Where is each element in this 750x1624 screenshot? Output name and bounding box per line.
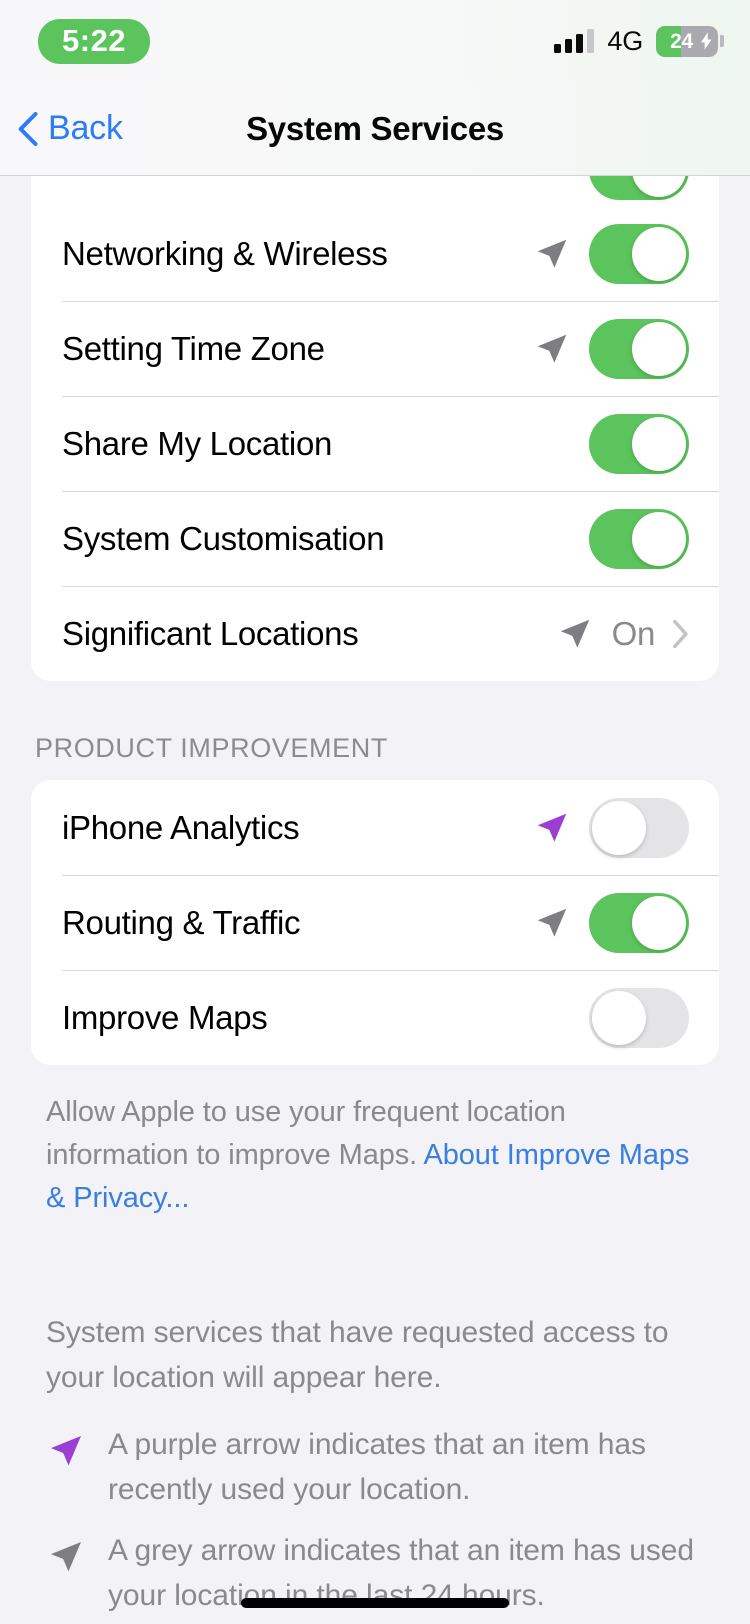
row-label: Networking & Wireless <box>62 234 388 272</box>
row-accessories: On <box>556 615 689 653</box>
network-type-label: 4G <box>607 25 643 56</box>
row-setting-time-zone[interactable]: Setting Time Zone <box>31 301 719 396</box>
cellular-signal-icon <box>554 29 595 53</box>
legend-item-grey: A grey arrow indicates that an item has … <box>46 1528 706 1624</box>
improve-maps-footer: Allow Apple to use your frequent locatio… <box>0 1065 750 1220</box>
location-arrow-grey-icon <box>537 239 567 268</box>
switch-improve-maps[interactable] <box>589 987 689 1048</box>
row-label: Share My Location <box>62 424 333 462</box>
location-arrow-purple-icon <box>51 1436 81 1466</box>
navigation-bar: Back System Services <box>0 82 750 176</box>
back-button[interactable]: Back <box>0 109 123 148</box>
row-label: System Customisation <box>62 519 385 557</box>
arrow-legend: System services that have requested acce… <box>0 1220 750 1624</box>
row-accessories <box>533 223 689 284</box>
section-header-product-improvement: PRODUCT IMPROVEMENT <box>35 733 388 763</box>
location-arrow-grey-icon <box>51 1542 81 1572</box>
status-bar: 5:22 4G 24 <box>0 0 750 82</box>
system-services-card: Networking & Wireless Setting Time Zone <box>31 206 719 681</box>
row-accessories <box>533 892 689 953</box>
legend-item-purple: A purple arrow indicates that an item ha… <box>46 1422 706 1528</box>
location-arrow-grey-icon <box>537 334 567 363</box>
back-button-label: Back <box>48 109 123 147</box>
row-accessories <box>533 318 689 379</box>
row-accessories <box>589 987 689 1048</box>
chevron-right-icon <box>673 619 688 648</box>
switch-setting-time-zone[interactable] <box>589 318 689 379</box>
row-label: Setting Time Zone <box>62 329 325 367</box>
location-arrow-purple-icon <box>537 813 567 842</box>
row-label: Routing & Traffic <box>62 903 301 941</box>
row-improve-maps[interactable]: Improve Maps <box>31 970 719 1065</box>
legend-intro-text: System services that have requested acce… <box>46 1316 669 1394</box>
settings-scroll-view[interactable]: Networking & Wireless Setting Time Zone <box>0 176 750 1624</box>
row-significant-locations[interactable]: Significant Locations On <box>31 586 719 681</box>
switch-share-my-location[interactable] <box>589 413 689 474</box>
chevron-left-icon <box>18 111 38 146</box>
row-accessories <box>589 508 689 569</box>
switch-system-customisation[interactable] <box>589 508 689 569</box>
row-share-my-location[interactable]: Share My Location <box>31 396 719 491</box>
status-right-cluster: 4G 24 <box>554 25 724 57</box>
battery-icon: 24 <box>656 25 724 57</box>
row-routing-traffic[interactable]: Routing & Traffic <box>31 875 719 970</box>
partial-cut-off-row <box>31 176 719 206</box>
row-accessories <box>589 413 689 474</box>
location-arrow-grey-icon <box>537 908 567 937</box>
row-label: Improve Maps <box>62 998 268 1036</box>
significant-locations-value: On <box>611 614 656 652</box>
switch-iphone-analytics[interactable] <box>589 797 689 858</box>
product-improvement-card: iPhone Analytics Routing & Traffic Impro… <box>31 780 719 1065</box>
legend-item-text: A purple arrow indicates that an item ha… <box>108 1428 646 1506</box>
partial-row-switch[interactable] <box>589 176 689 200</box>
switch-networking-wireless[interactable] <box>589 223 689 284</box>
row-networking-wireless[interactable]: Networking & Wireless <box>31 206 719 301</box>
row-iphone-analytics[interactable]: iPhone Analytics <box>31 780 719 875</box>
charging-bolt-icon <box>701 32 712 50</box>
row-accessories <box>533 797 689 858</box>
row-system-customisation[interactable]: System Customisation <box>31 491 719 586</box>
switch-routing-traffic[interactable] <box>589 892 689 953</box>
iphone-screen: 5:22 4G 24 Back System Services Networki… <box>0 0 750 1624</box>
battery-percent-label: 24 <box>670 29 693 53</box>
row-label: iPhone Analytics <box>62 808 300 846</box>
row-label: Significant Locations <box>62 614 359 652</box>
location-arrow-grey-icon <box>560 619 589 648</box>
home-indicator[interactable] <box>241 1598 509 1608</box>
status-time-pill: 5:22 <box>38 18 151 64</box>
